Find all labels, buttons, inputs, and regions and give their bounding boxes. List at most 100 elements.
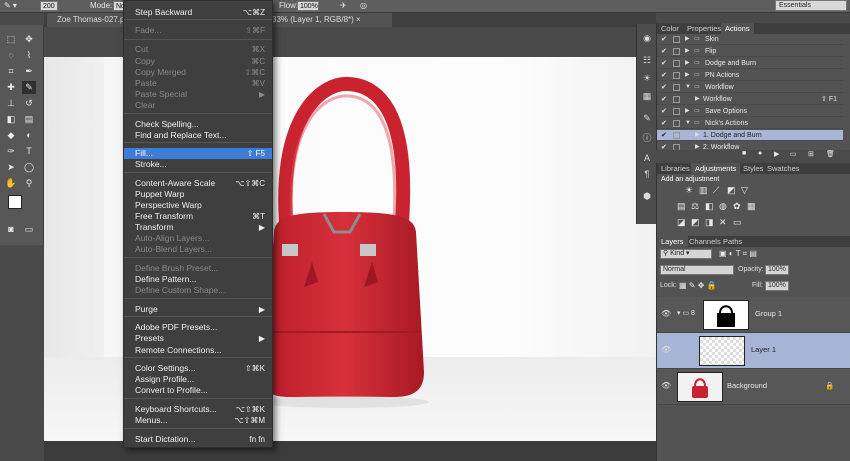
screen-mode-icon[interactable]: ▭ bbox=[22, 223, 36, 236]
hue-saturation-icon[interactable]: ▤ bbox=[677, 201, 686, 212]
eraser-icon[interactable]: ◧ bbox=[4, 113, 18, 126]
menu-item[interactable]: Perspective Warp bbox=[124, 200, 272, 211]
dodge-tool-icon[interactable]: ◐ bbox=[22, 129, 36, 142]
action-set-row[interactable]: ✔ ▶ ▭ Dodge and Burn bbox=[657, 58, 843, 69]
document-tab[interactable]: Zoe Thomas-027.p bbox=[47, 13, 127, 27]
dialog-toggle-icon[interactable] bbox=[673, 60, 680, 67]
adjustments-panel-icon[interactable]: ☀ bbox=[641, 72, 653, 84]
menu-item[interactable]: Assign Profile... bbox=[124, 374, 272, 385]
opacity-field[interactable]: 100% bbox=[765, 265, 789, 275]
channel-mixer-icon[interactable]: ✿ bbox=[733, 201, 741, 212]
dialog-toggle-icon[interactable] bbox=[673, 84, 680, 91]
menu-item[interactable]: Stroke... bbox=[124, 159, 272, 170]
trash-icon[interactable]: 🗑 bbox=[826, 150, 835, 158]
layer-row-background[interactable]: 👁 Background 🔒 bbox=[657, 369, 850, 405]
group-folder-icon[interactable]: ▾ ▭ 8 bbox=[677, 309, 695, 317]
menu-item[interactable]: Step Backward ⌥⌘Z bbox=[124, 7, 272, 18]
color-lookup-icon[interactable]: ▦ bbox=[747, 201, 756, 212]
tab-layers[interactable]: Layers bbox=[657, 236, 688, 247]
action-row[interactable]: ✔ ▶ 1. Dodge and Burn bbox=[657, 130, 843, 141]
action-set-row[interactable]: ✔ ▶ ▭ Flip bbox=[657, 46, 843, 57]
check-icon[interactable]: ✔ bbox=[661, 130, 667, 141]
levels-icon[interactable]: ▥ bbox=[699, 185, 708, 196]
action-set-row[interactable]: ✔ ▶ ▭ Save Options bbox=[657, 106, 843, 117]
menu-item[interactable]: Menus... ⌥⇧⌘M bbox=[124, 415, 272, 426]
hand-tool-icon[interactable]: ✋ bbox=[4, 177, 18, 190]
path-select-icon[interactable]: ➤ bbox=[4, 161, 18, 174]
disclosure-closed-icon[interactable]: ▶ bbox=[685, 70, 690, 81]
menu-item[interactable]: Remote Connections... bbox=[124, 345, 272, 356]
exposure-icon[interactable]: ◩ bbox=[727, 185, 736, 196]
disclosure-open-icon[interactable]: ▼ bbox=[685, 82, 691, 93]
threshold-icon[interactable]: ◨ bbox=[705, 217, 714, 228]
dialog-toggle-icon[interactable] bbox=[673, 108, 680, 115]
menu-item[interactable]: Keyboard Shortcuts... ⌥⇧⌘K bbox=[124, 404, 272, 415]
history-brush-icon[interactable]: ↺ bbox=[22, 97, 36, 110]
action-set-row[interactable]: ✔ ▶ ▭ Skin bbox=[657, 34, 843, 45]
menu-item[interactable]: Adobe PDF Presets... bbox=[124, 322, 272, 333]
brush-tool-icon[interactable]: ✎ bbox=[22, 81, 36, 94]
disclosure-closed-icon[interactable]: ▶ bbox=[685, 58, 690, 69]
ellipse-tool-icon[interactable]: ◯ bbox=[22, 161, 36, 174]
layer-row-group[interactable]: 👁 ▾ ▭ 8 Group 1 bbox=[657, 297, 850, 333]
menu-item[interactable]: Start Dictation... fn fn bbox=[124, 434, 272, 445]
menu-item[interactable]: Purge ▶ bbox=[124, 304, 272, 315]
tab-swatches[interactable]: Swatches bbox=[763, 163, 804, 174]
3d-panel-icon[interactable]: ⬢ bbox=[641, 190, 653, 202]
menu-item[interactable]: Check Spelling... bbox=[124, 119, 272, 130]
check-icon[interactable]: ✔ bbox=[661, 70, 667, 81]
gradient-icon[interactable]: ▤ bbox=[22, 113, 36, 126]
play-icon[interactable]: ▶ bbox=[774, 150, 779, 158]
menu-item[interactable]: Free Transform ⌘T bbox=[124, 211, 272, 222]
check-icon[interactable]: ✔ bbox=[661, 46, 667, 57]
dialog-toggle-icon[interactable] bbox=[673, 120, 680, 127]
properties-panel-icon[interactable]: ☷ bbox=[641, 54, 653, 66]
stop-icon[interactable]: ■ bbox=[742, 150, 746, 157]
action-row[interactable]: ✔ ▶ Workflow ⇧ F1 bbox=[657, 94, 843, 105]
action-set-row[interactable]: ✔ ▼ ▭ Nick's Actions bbox=[657, 118, 843, 129]
quick-select-icon[interactable]: ⌇ bbox=[22, 49, 36, 62]
dialog-toggle-icon[interactable] bbox=[673, 72, 680, 79]
tab-adjustments[interactable]: Adjustments bbox=[691, 163, 741, 174]
color-panel-icon[interactable]: ◉ bbox=[641, 32, 653, 44]
tab-properties[interactable]: Properties bbox=[683, 23, 725, 34]
disclosure-closed-icon[interactable]: ▶ bbox=[695, 130, 700, 141]
new-action-icon[interactable]: ⊞ bbox=[808, 150, 814, 158]
document-tab-title[interactable]: 33% (Layer 1, RGB/8*) × bbox=[272, 13, 392, 27]
menu-item[interactable]: Fill... ⇧ F5 bbox=[124, 148, 272, 159]
selective-color-icon[interactable]: ✕ bbox=[719, 217, 727, 228]
blur-tool-icon[interactable]: ◆ bbox=[4, 129, 18, 142]
layer-row-selected[interactable]: 👁 Layer 1 bbox=[657, 333, 850, 369]
dialog-toggle-icon[interactable] bbox=[673, 132, 680, 139]
action-set-row[interactable]: ✔ ▼ ▭ Workflow bbox=[657, 82, 843, 93]
marquee-tool-icon[interactable]: ⬚ bbox=[4, 33, 18, 46]
visibility-eye-icon[interactable]: 👁 bbox=[661, 345, 671, 354]
tab-libraries[interactable]: Libraries bbox=[657, 163, 694, 174]
visibility-eye-icon[interactable]: 👁 bbox=[661, 381, 671, 390]
brightness-icon[interactable]: ☀ bbox=[685, 185, 693, 196]
gradient-map-icon[interactable]: ▭ bbox=[733, 217, 742, 228]
character-panel-icon[interactable]: A bbox=[641, 152, 653, 164]
airbrush-icon[interactable]: ✈ bbox=[340, 1, 347, 10]
info-panel-icon[interactable]: ⓘ bbox=[641, 132, 653, 144]
menu-item[interactable]: Define Pattern... bbox=[124, 274, 272, 285]
histogram-icon[interactable]: ▦ bbox=[641, 90, 653, 102]
fill-field[interactable]: 100% bbox=[765, 281, 789, 291]
check-icon[interactable]: ✔ bbox=[661, 94, 667, 105]
lasso-tool-icon[interactable]: ◌ bbox=[4, 49, 18, 62]
quick-mask-icon[interactable]: ◙ bbox=[4, 223, 18, 236]
disclosure-closed-icon[interactable]: ▶ bbox=[685, 46, 690, 57]
menu-item[interactable]: Presets ▶ bbox=[124, 333, 272, 344]
disclosure-closed-icon[interactable]: ▶ bbox=[685, 106, 690, 117]
color-balance-icon[interactable]: ⚖ bbox=[691, 201, 699, 212]
dialog-toggle-icon[interactable] bbox=[673, 96, 680, 103]
new-set-icon[interactable]: ▭ bbox=[790, 150, 797, 158]
posterize-icon[interactable]: ◩ bbox=[691, 217, 700, 228]
disclosure-closed-icon[interactable]: ▶ bbox=[695, 94, 700, 105]
filter-pixel-icon[interactable]: ▣ ◐ T ⌗ ▤ bbox=[719, 249, 757, 259]
tab-paths[interactable]: Paths bbox=[719, 236, 746, 247]
dialog-toggle-icon[interactable] bbox=[673, 36, 680, 43]
pressure-icon[interactable]: ◎ bbox=[360, 1, 367, 10]
blend-mode-select[interactable]: Normal bbox=[660, 265, 734, 275]
lock-icons[interactable]: ▦ ✎ ✥ 🔒 bbox=[679, 281, 717, 290]
